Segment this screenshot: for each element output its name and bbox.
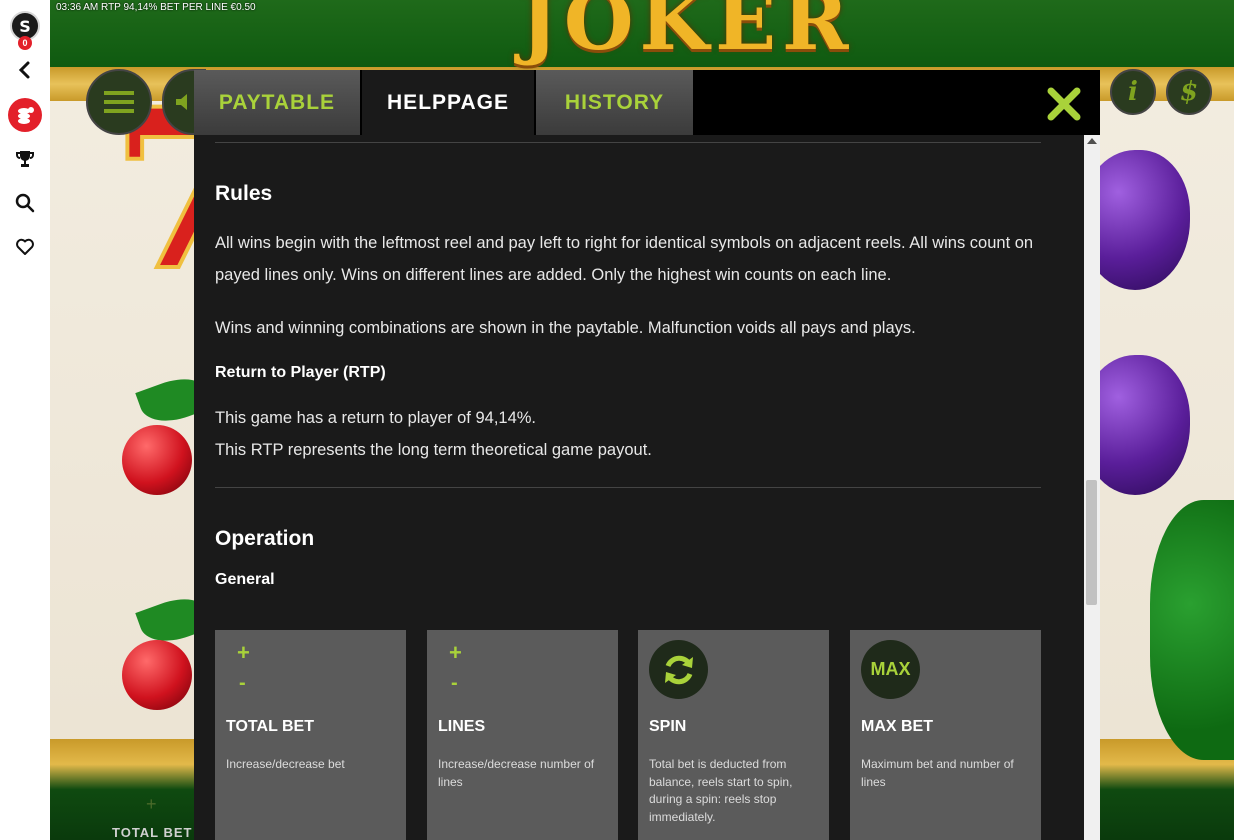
back-button[interactable]	[0, 52, 50, 88]
bottom-total-bet-label: TOTAL BET	[112, 825, 193, 840]
max-label: MAX	[870, 659, 911, 679]
card-lines: + - LINES Increase/decrease number of li…	[427, 630, 618, 840]
cherry-symbol	[122, 425, 192, 495]
card-description: Increase/decrease number of lines	[438, 757, 595, 789]
rules-paragraph-2: Wins and winning combinations are shown …	[215, 319, 916, 337]
rtp-line-2: This RTP represents the long term theore…	[215, 441, 652, 459]
help-modal: PAYTABLE HELPPAGE HISTORY Rules All wins…	[194, 70, 1100, 840]
search-button[interactable]	[0, 185, 50, 221]
tab-history[interactable]: HISTORY	[536, 70, 693, 135]
card-total-bet: + - TOTAL BET Increase/decrease bet	[215, 630, 406, 840]
rules-paragraph-1: All wins begin with the leftmost reel an…	[215, 234, 1034, 284]
rtp-line-1: This game has a return to player of 94,1…	[215, 409, 537, 427]
help-content[interactable]: Rules All wins begin with the leftmost r…	[194, 135, 1084, 840]
info-button[interactable]: i	[1110, 69, 1156, 115]
card-spin: SPIN Total bet is deducted from balance,…	[638, 630, 829, 840]
coins-button[interactable]	[0, 97, 50, 133]
spin-icon	[649, 640, 708, 699]
close-button[interactable]	[1044, 84, 1084, 124]
card-title: LINES	[438, 718, 486, 735]
coins-icon	[8, 98, 42, 132]
divider	[215, 487, 1041, 488]
modal-tabbar: PAYTABLE HELPPAGE HISTORY	[194, 70, 1100, 135]
info-icon: i	[1128, 77, 1138, 107]
minus-icon: -	[451, 672, 458, 694]
back-icon	[18, 61, 30, 79]
trophy-button[interactable]	[0, 141, 50, 177]
game-menu-button[interactable]	[86, 69, 152, 135]
card-title: SPIN	[649, 718, 687, 735]
tab-helppage[interactable]: HELPPAGE	[362, 70, 534, 135]
sound-icon	[176, 94, 187, 110]
card-max-bet: MAX MAX BET Maximum bet and number of li…	[850, 630, 1041, 840]
minus-icon: -	[239, 672, 246, 694]
trophy-icon	[16, 151, 34, 167]
site-sidebar: S 0	[0, 0, 50, 840]
menu-icon	[104, 100, 134, 104]
game-title: JOKER	[520, 0, 855, 68]
scrollbar[interactable]	[1084, 135, 1100, 840]
rtp-heading: Return to Player (RTP)	[215, 364, 386, 381]
general-heading: General	[215, 571, 275, 588]
heart-icon	[16, 238, 34, 255]
close-icon	[1047, 87, 1081, 121]
max-icon: MAX	[861, 640, 920, 699]
plus-icon: +	[449, 640, 462, 665]
search-icon	[15, 193, 35, 213]
tab-paytable[interactable]: PAYTABLE	[194, 70, 360, 135]
card-title: MAX BET	[861, 718, 933, 735]
operation-heading: Operation	[215, 527, 315, 550]
jester-symbol	[1150, 500, 1234, 760]
divider	[215, 142, 1041, 143]
favorites-button[interactable]	[0, 229, 50, 265]
rules-heading: Rules	[215, 182, 273, 205]
scroll-thumb[interactable]	[1086, 480, 1097, 605]
plus-icon: +	[237, 640, 250, 665]
cherry-symbol	[122, 640, 192, 710]
card-title: TOTAL BET	[226, 718, 314, 735]
notification-badge: 0	[18, 36, 32, 50]
card-description: Increase/decrease bet	[226, 757, 345, 771]
currency-button[interactable]: $	[1166, 69, 1212, 115]
card-description: Maximum bet and number of lines	[861, 757, 1014, 789]
dollar-icon: $	[1179, 77, 1199, 107]
bottom-plus[interactable]: +	[146, 794, 157, 815]
card-description: Total bet is deducted from balance, reel…	[649, 757, 793, 824]
status-text: 03:36 AM RTP 94,14% BET PER LINE €0.50	[56, 2, 256, 13]
scroll-up-arrow-icon[interactable]	[1087, 138, 1097, 144]
